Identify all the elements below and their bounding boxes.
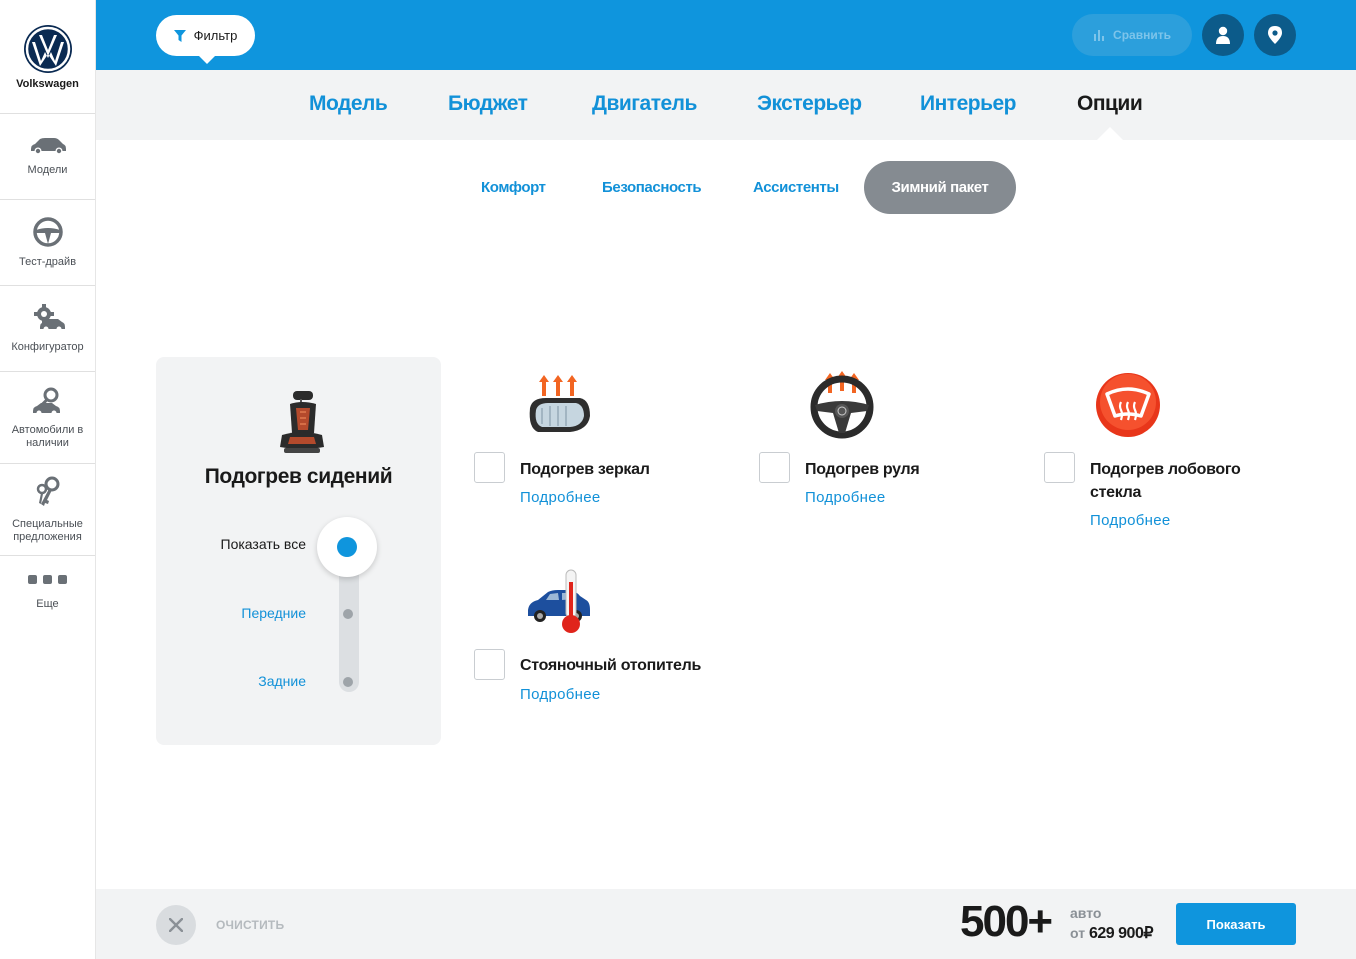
- close-icon: [169, 918, 183, 932]
- car-icon: [30, 138, 66, 155]
- user-button[interactable]: [1202, 14, 1244, 56]
- steering-wheel-icon: [32, 217, 63, 247]
- sidebar-item-test-drive[interactable]: Тест-драйв: [0, 200, 95, 286]
- subtab-winter-package[interactable]: Зимний пакет: [864, 161, 1016, 214]
- sidebar-item-label: Автомобили в наличии: [11, 423, 84, 449]
- seat-option-front[interactable]: Передние: [241, 605, 306, 621]
- price-prefix: от: [1070, 925, 1086, 941]
- sidebar-item-configurator[interactable]: Конфигуратор: [0, 286, 95, 372]
- vw-logo-icon: [23, 25, 72, 73]
- option-name: Стояночный отопитель: [520, 657, 702, 674]
- car-search-icon: [32, 387, 60, 415]
- sidebar-item-label: Конфигуратор: [11, 341, 84, 353]
- details-link[interactable]: Подробнее: [805, 489, 886, 506]
- seat-option-rear[interactable]: Задние: [258, 673, 306, 689]
- bar-chart-icon: [1094, 30, 1105, 41]
- seat-option-all[interactable]: Показать все: [221, 536, 306, 552]
- slider-tick-front[interactable]: [343, 609, 353, 619]
- top-bar: Фильтр Сравнить: [96, 0, 1356, 70]
- slider-tick-rear[interactable]: [343, 677, 353, 687]
- brand-name: Volkswagen: [16, 78, 79, 90]
- option-name: Подогрев зеркал: [520, 461, 650, 478]
- results-count: 500+: [960, 897, 1053, 946]
- subtab-assistants[interactable]: Ассистенты: [753, 179, 839, 196]
- details-link[interactable]: Подробнее: [520, 489, 601, 506]
- configurator-icon: [33, 304, 65, 332]
- sidebar-item-more[interactable]: Еще: [0, 556, 95, 630]
- category-tabs: Модель Бюджет Двигатель Экстерьер Интерь…: [96, 70, 1356, 140]
- tab-model[interactable]: Модель: [309, 92, 388, 116]
- seat-heating-slider-knob[interactable]: [317, 517, 377, 577]
- option-name-line: Подогрев лобового: [1090, 461, 1241, 478]
- show-button[interactable]: Показать: [1176, 903, 1296, 945]
- filter-funnel-icon: [173, 29, 186, 42]
- subtab-safety[interactable]: Безопасность: [602, 179, 702, 196]
- clear-button[interactable]: [156, 905, 196, 945]
- seat-heating-title: Подогрев сидений: [204, 465, 393, 488]
- seat-heating-card: Подогрев сидений Показать все Передние З…: [156, 357, 441, 745]
- sidebar-item-models[interactable]: Модели: [0, 114, 95, 200]
- checkbox-heated-windshield[interactable]: [1044, 452, 1075, 483]
- heated-seat-icon: [280, 391, 324, 453]
- bottom-bar: ОЧИСТИТЬ 500+ авто от 629 900₽ Показать: [96, 889, 1356, 959]
- clear-label[interactable]: ОЧИСТИТЬ: [216, 918, 284, 932]
- price-from: 629 900₽: [1089, 925, 1154, 942]
- sidebar-item-label: Тест-драйв: [18, 256, 77, 268]
- tab-exterior[interactable]: Экстерьер: [757, 92, 862, 116]
- checkbox-parking-heater[interactable]: [474, 649, 505, 680]
- location-pin-icon: [1268, 26, 1282, 44]
- tab-interior[interactable]: Интерьер: [920, 92, 1017, 116]
- checkbox-heated-steering-wheel[interactable]: [759, 452, 790, 483]
- tab-budget[interactable]: Бюджет: [448, 92, 528, 116]
- option-name-line: стекла: [1090, 484, 1142, 501]
- results-unit: авто: [1070, 905, 1102, 921]
- filter-button[interactable]: Фильтр: [156, 15, 255, 64]
- sidebar-item-in-stock[interactable]: Автомобили в наличии: [0, 372, 95, 464]
- user-icon: [1216, 26, 1230, 44]
- keys-icon: [36, 476, 59, 506]
- filter-label: Фильтр: [193, 28, 238, 43]
- checkbox-heated-mirrors[interactable]: [474, 452, 505, 483]
- compare-label: Сравнить: [1113, 28, 1171, 42]
- option-name: Подогрев руля: [805, 461, 920, 478]
- sidebar: Volkswagen Модели Тест-драйв Конфигурато…: [0, 0, 96, 959]
- brand-logo[interactable]: Volkswagen: [0, 0, 95, 114]
- sidebar-item-label: Модели: [27, 164, 68, 176]
- sidebar-item-label: Специальные предложения: [12, 517, 83, 543]
- location-button[interactable]: [1254, 14, 1296, 56]
- details-link[interactable]: Подробнее: [520, 686, 601, 703]
- details-link[interactable]: Подробнее: [1090, 512, 1171, 529]
- sidebar-item-label: Еще: [36, 598, 59, 610]
- compare-button[interactable]: Сравнить: [1072, 14, 1192, 56]
- tab-engine[interactable]: Двигатель: [592, 92, 697, 116]
- sidebar-item-special-offers[interactable]: Специальные предложения: [0, 464, 95, 556]
- tab-options[interactable]: Опции: [1077, 92, 1143, 140]
- more-dots-icon: [28, 575, 67, 584]
- parking-heater-icon: [528, 569, 590, 633]
- heated-steering-wheel-icon: [810, 371, 874, 439]
- heated-windshield-icon: [1096, 373, 1160, 437]
- subtab-comfort[interactable]: Комфорт: [481, 179, 546, 196]
- heated-mirror-icon: [529, 375, 590, 432]
- option-name: Подогрев лобового стекла: [1090, 458, 1241, 504]
